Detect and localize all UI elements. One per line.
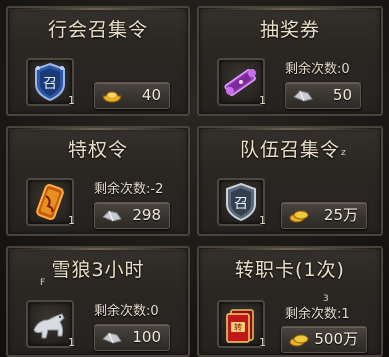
gold-coins-icon xyxy=(289,334,309,347)
item-quantity: 1 xyxy=(259,214,266,227)
shop-item-snow-wolf: 雪狼3小时 F 1 剩余次数:0 100 xyxy=(6,246,190,357)
item-title: 雪狼3小时 xyxy=(51,259,145,281)
gold-ingot-icon xyxy=(102,91,122,103)
item-quantity: 1 xyxy=(259,336,266,349)
item-slot[interactable] xyxy=(26,178,74,226)
buy-button[interactable]: 50 xyxy=(285,82,361,109)
buy-button[interactable]: 100 xyxy=(94,324,170,351)
gold-coins-icon xyxy=(289,210,309,223)
team-summon-badge-icon: 召 xyxy=(226,182,256,222)
item-quantity: 1 xyxy=(68,214,75,227)
item-quantity: 1 xyxy=(68,94,75,107)
snow-wolf-icon xyxy=(33,313,65,339)
item-quantity: 1 xyxy=(68,336,75,349)
item-title: 转职卡(1次) xyxy=(235,259,345,281)
price-value: 25万 xyxy=(323,206,358,224)
item-title: 队伍召集令 xyxy=(239,139,340,161)
price-value: 298 xyxy=(132,206,161,224)
price-value: 500万 xyxy=(314,330,358,348)
item-slot[interactable] xyxy=(26,300,74,348)
buy-button[interactable]: 298 xyxy=(94,202,170,229)
remaining-count: 剩余次数:0 xyxy=(285,62,350,77)
price-value: 100 xyxy=(132,328,161,346)
guild-summon-badge-icon: 召 xyxy=(35,62,65,102)
price-value: 40 xyxy=(141,86,161,104)
buy-button[interactable]: 25万 xyxy=(281,202,367,229)
silver-ingot-icon xyxy=(293,90,313,102)
remaining-count: 剩余次数:-2 xyxy=(94,182,164,197)
silver-ingot-icon xyxy=(102,332,122,344)
privilege-token-icon xyxy=(36,184,64,220)
silver-ingot-icon xyxy=(102,210,122,222)
shop-item-privilege-token: 特权令 1 剩余次数:-2 298 xyxy=(6,126,190,236)
lottery-scroll-icon xyxy=(224,69,256,97)
shop-item-team-summon: 队伍召集令 z 召 1 25万 xyxy=(197,126,383,236)
title-mark: z xyxy=(341,148,346,158)
item-slot[interactable]: 召 xyxy=(217,178,265,226)
buy-button[interactable]: 500万 xyxy=(281,326,367,353)
item-title: 抽奖券 xyxy=(259,19,320,41)
shop-item-guild-summon: 行会召集令 召 1 40 xyxy=(6,6,190,116)
item-slot[interactable]: 召 xyxy=(26,58,74,106)
remaining-count: 剩余次数:0 xyxy=(94,304,159,319)
corner-mark: F xyxy=(40,278,46,288)
remaining-count: 剩余次数:1 xyxy=(285,307,350,322)
item-quantity: 1 xyxy=(259,94,266,107)
shop-item-class-change-card: 转职卡(1次) 转 1 3 剩余次数:1 500万 xyxy=(197,246,383,357)
shop-grid: 行会召集令 召 1 40 抽奖券 1 剩余次数:0 50 特权令 1 剩余次数:… xyxy=(0,0,389,357)
svg-text:召: 召 xyxy=(234,196,248,212)
svg-text:召: 召 xyxy=(43,76,57,92)
svg-text:转: 转 xyxy=(234,322,242,332)
buy-button[interactable]: 40 xyxy=(94,82,170,109)
item-slot[interactable]: 转 xyxy=(217,300,265,348)
price-value: 50 xyxy=(332,86,352,104)
item-title: 行会召集令 xyxy=(47,19,148,41)
item-slot[interactable] xyxy=(217,58,265,106)
item-title: 特权令 xyxy=(67,139,128,161)
shop-item-lottery-ticket: 抽奖券 1 剩余次数:0 50 xyxy=(197,6,383,116)
class-change-card-icon: 转 xyxy=(226,309,254,343)
